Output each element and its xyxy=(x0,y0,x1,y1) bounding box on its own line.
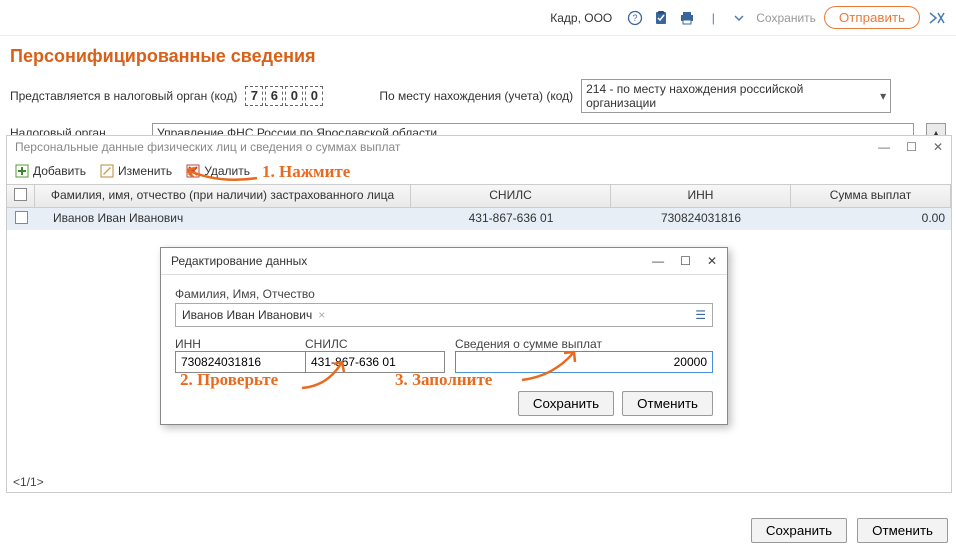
col-sum[interactable]: Сумма выплат xyxy=(791,185,951,207)
org-name: Кадр, ООО xyxy=(550,11,612,25)
code-digit: 6 xyxy=(265,86,283,106)
code-digit: 0 xyxy=(285,86,303,106)
code-digit: 0 xyxy=(305,86,323,106)
send-button[interactable]: Отправить xyxy=(824,6,920,29)
close-icon[interactable] xyxy=(928,11,946,25)
snils-input[interactable] xyxy=(305,351,445,373)
minimize-icon[interactable]: — xyxy=(878,140,890,154)
subwindow-title: Персональные данные физических лиц и све… xyxy=(15,140,400,154)
chevron-down-icon[interactable] xyxy=(730,9,748,27)
cell-fio: Иванов Иван Иванович xyxy=(35,208,411,230)
minimize-icon[interactable]: — xyxy=(652,254,664,268)
print-icon[interactable] xyxy=(678,9,696,27)
col-snils[interactable]: СНИЛС xyxy=(411,185,611,207)
help-icon[interactable]: ? xyxy=(626,9,644,27)
edit-button[interactable]: Изменить xyxy=(100,164,172,178)
cell-inn: 730824031816 xyxy=(611,208,791,230)
row-checkbox[interactable] xyxy=(15,211,28,224)
save-link[interactable]: Сохранить xyxy=(756,11,816,25)
dialog-save-button[interactable]: Сохранить xyxy=(518,391,614,416)
location-combo[interactable]: 214 - по месту нахождения российской орг… xyxy=(581,79,891,113)
fio-value: Иванов Иван Иванович xyxy=(182,308,312,322)
select-all-checkbox[interactable] xyxy=(14,188,27,201)
fio-field[interactable]: Иванов Иван Иванович × ☰ xyxy=(175,303,713,327)
footer-cancel-button[interactable]: Отменить xyxy=(857,518,948,543)
location-label: По месту нахождения (учета) (код) xyxy=(379,89,573,103)
table-row[interactable]: Иванов Иван Иванович 431-867-636 01 7308… xyxy=(7,208,951,230)
sum-label: Сведения о сумме выплат xyxy=(455,337,713,351)
sum-input[interactable] xyxy=(455,351,713,373)
edit-dialog: Редактирование данных — ☐ ✕ Фамилия, Имя… xyxy=(160,247,728,425)
cell-snils: 431-867-636 01 xyxy=(411,208,611,230)
edit-label: Изменить xyxy=(118,164,172,178)
add-button[interactable]: Добавить xyxy=(15,164,86,178)
separator-pipe: | xyxy=(704,9,722,27)
maximize-icon[interactable]: ☐ xyxy=(680,254,691,268)
inn-label: ИНН xyxy=(175,337,295,351)
clipboard-icon[interactable] xyxy=(652,9,670,27)
list-icon[interactable]: ☰ xyxy=(695,308,706,322)
fio-label: Фамилия, Имя, Отчество xyxy=(175,287,713,301)
grid-header: Фамилия, имя, отчество (при наличии) зас… xyxy=(7,184,951,208)
pager: <1/1> xyxy=(7,472,50,492)
delete-label: Удалить xyxy=(204,164,250,178)
code-digit: 7 xyxy=(245,86,263,106)
snils-label: СНИЛС xyxy=(305,337,445,351)
close-icon[interactable]: ✕ xyxy=(933,140,943,154)
dialog-title: Редактирование данных xyxy=(171,254,307,268)
chevron-down-icon: ▾ xyxy=(880,89,886,103)
annotation-1: 1. Нажмите xyxy=(262,162,350,182)
col-inn[interactable]: ИНН xyxy=(611,185,791,207)
tax-code-field[interactable]: 7 6 0 0 xyxy=(245,86,323,106)
add-label: Добавить xyxy=(33,164,86,178)
cell-sum: 0.00 xyxy=(791,208,951,230)
dialog-cancel-button[interactable]: Отменить xyxy=(622,391,713,416)
col-fio[interactable]: Фамилия, имя, отчество (при наличии) зас… xyxy=(35,185,411,207)
close-icon[interactable]: ✕ xyxy=(707,254,717,268)
location-value: 214 - по месту нахождения российской орг… xyxy=(586,82,874,110)
footer-save-button[interactable]: Сохранить xyxy=(751,518,847,543)
tax-code-label: Представляется в налоговый орган (код) xyxy=(10,89,237,103)
maximize-icon[interactable]: ☐ xyxy=(906,140,917,154)
clear-icon[interactable]: × xyxy=(318,308,325,322)
delete-button[interactable]: Удалить xyxy=(186,164,250,178)
svg-text:?: ? xyxy=(633,13,638,23)
page-title: Персонифицированные сведения xyxy=(0,36,956,75)
